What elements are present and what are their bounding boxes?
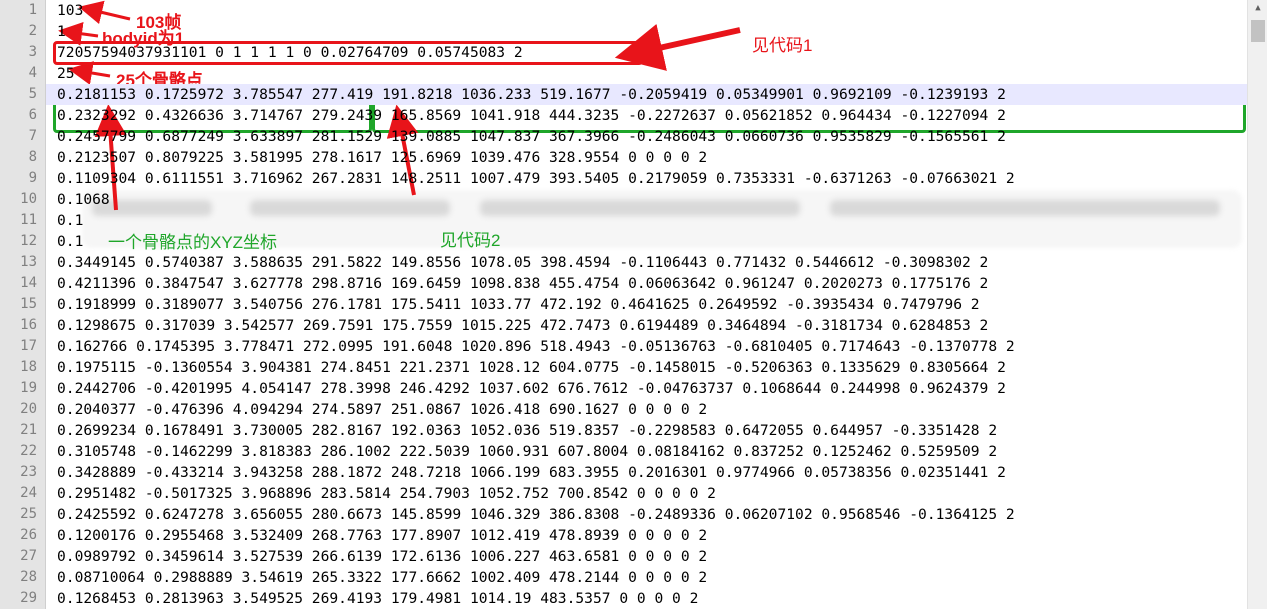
text-line[interactable]: 0.0989792 0.3459614 3.527539 266.6139 17… [57, 546, 707, 567]
text-line[interactable]: 0.2951482 -0.5017325 3.968896 283.5814 2… [57, 483, 716, 504]
text-line[interactable]: 72057594037931101 0 1 1 1 1 0 0.02764709… [57, 42, 523, 63]
text-line[interactable]: 0.2123507 0.8079225 3.581995 278.1617 12… [57, 147, 707, 168]
text-line[interactable]: 0.2323292 0.4326636 3.714767 279.2439 16… [57, 105, 1006, 126]
text-line[interactable]: 0.1 [57, 210, 83, 231]
arrow-code1 [614, 23, 741, 71]
arrow-bodyid [58, 21, 99, 46]
annotation-code2: 见代码2 [440, 231, 501, 250]
text-line[interactable]: 0.162766 0.1745395 3.778471 272.0995 191… [57, 336, 1015, 357]
annotation-code1: 见代码1 [752, 36, 813, 55]
text-line[interactable]: 0.2040377 -0.476396 4.094294 274.5897 25… [57, 399, 707, 420]
text-line[interactable]: 0.1918999 0.3189077 3.540756 276.1781 17… [57, 294, 980, 315]
text-line[interactable]: 0.2181153 0.1725972 3.785547 277.419 191… [46, 84, 1247, 105]
text-line[interactable]: 0.3449145 0.5740387 3.588635 291.5822 14… [57, 252, 988, 273]
text-line[interactable]: 0.4211396 0.3847547 3.627778 298.8716 16… [57, 273, 988, 294]
annotation-xyz: 一个骨骼点的XYZ坐标 [108, 233, 278, 252]
text-line[interactable]: 0.1109304 0.6111551 3.716962 267.2831 14… [57, 168, 1015, 189]
text-line[interactable]: 0.1975115 -0.1360554 3.904381 274.8451 2… [57, 357, 1006, 378]
text-line[interactable]: 0.2457799 0.6877249 3.633897 281.1529 13… [57, 126, 1006, 147]
text-line[interactable]: 25 [57, 63, 75, 84]
text-line[interactable]: 0.08710064 0.2988889 3.54619 265.3322 17… [57, 567, 707, 588]
text-line[interactable]: 0.2699234 0.1678491 3.730005 282.8167 19… [57, 420, 997, 441]
text-line[interactable]: 0.1298675 0.317039 3.542577 269.7591 175… [57, 315, 988, 336]
text-line[interactable]: 0.1068 [57, 189, 110, 210]
text-line[interactable]: 1 [57, 21, 66, 42]
text-line[interactable]: 0.1200176 0.2955468 3.532409 268.7763 17… [57, 525, 707, 546]
text-line[interactable]: 0.3428889 -0.433214 3.943258 288.1872 24… [57, 462, 1006, 483]
text-line[interactable]: 103 [57, 0, 83, 21]
arrow-frames [78, 0, 131, 25]
text-line[interactable]: 0.3105748 -0.1462299 3.818383 286.1002 2… [57, 441, 997, 462]
text-line[interactable]: 0.1 [57, 231, 83, 252]
text-line[interactable]: 0.2442706 -0.4201995 4.054147 278.3998 2… [57, 378, 1006, 399]
text-line[interactable]: 0.2425592 0.6247278 3.656055 280.6673 14… [57, 504, 1015, 525]
arrow-joints [68, 61, 111, 85]
text-line[interactable]: 0.1268453 0.2813963 3.549525 269.4193 17… [57, 588, 698, 609]
